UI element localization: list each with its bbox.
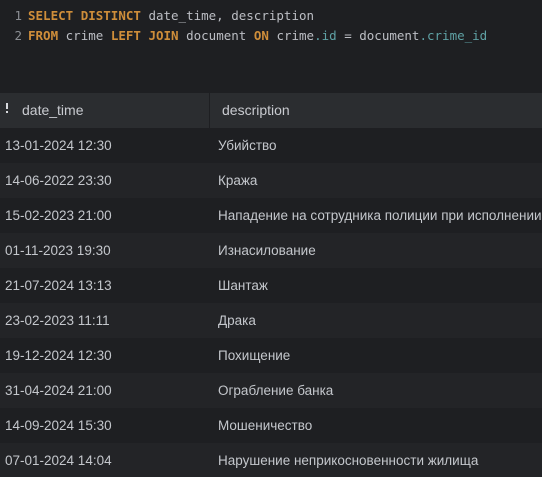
column-header-label: description	[222, 102, 290, 118]
identifier-description: description	[231, 8, 315, 23]
cell-date-time[interactable]: 21-07-2024 13:13	[5, 268, 205, 303]
table-row[interactable]: 15-02-2023 21:00 Нападение на сотрудника…	[0, 198, 542, 233]
keyword-distinct: DISTINCT	[80, 8, 141, 23]
cell-description[interactable]: Ограбление банка	[218, 373, 542, 408]
cell-description[interactable]: Кража	[218, 163, 542, 198]
line-number: 1	[14, 8, 22, 23]
identifier-crime: crime	[65, 28, 104, 43]
column-header-description[interactable]: description	[210, 93, 542, 128]
table-row[interactable]: 14-06-2022 23:30 Кража	[0, 163, 542, 198]
keyword-on: ON	[253, 28, 269, 43]
table-row[interactable]: 13-01-2024 12:30 Убийство	[0, 128, 542, 163]
cell-description[interactable]: Мошеничество	[218, 408, 542, 443]
column-header-date-time[interactable]: date_time	[0, 93, 209, 128]
field-id: .id	[314, 28, 337, 43]
cell-description[interactable]: Шантаж	[218, 268, 542, 303]
identifier-document-table: document	[359, 28, 420, 43]
table-row[interactable]: 31-04-2024 21:00 Ограбление банка	[0, 373, 542, 408]
results-grid: date_time description 13-01-2024 12:30 У…	[0, 93, 542, 477]
column-header-label: date_time	[22, 102, 84, 118]
cell-description[interactable]: Нападение на сотрудника полиции при испо…	[218, 198, 542, 233]
identifier-document: document	[186, 28, 247, 43]
grid-header: date_time description	[0, 93, 542, 128]
cell-date-time[interactable]: 14-09-2024 15:30	[5, 408, 205, 443]
line-number: 2	[14, 28, 22, 43]
cell-date-time[interactable]: 14-06-2022 23:30	[5, 163, 205, 198]
cell-date-time[interactable]: 13-01-2024 12:30	[5, 128, 205, 163]
table-row[interactable]: 21-07-2024 13:13 Шантаж	[0, 268, 542, 303]
cell-description[interactable]: Нарушение неприкосновенности жилища	[218, 443, 542, 477]
cell-date-time[interactable]: 31-04-2024 21:00	[5, 373, 205, 408]
cell-description[interactable]: Драка	[218, 303, 542, 338]
cell-date-time[interactable]: 15-02-2023 21:00	[5, 198, 205, 233]
code-line-2[interactable]: 2 FROM crime LEFT JOIN document ON crime.…	[0, 26, 487, 46]
keyword-select: SELECT	[28, 8, 74, 23]
cell-date-time[interactable]: 07-01-2024 14:04	[5, 443, 205, 477]
sort-indicator-icon[interactable]	[5, 103, 9, 117]
keyword-join: JOIN	[148, 28, 179, 43]
cell-date-time[interactable]: 19-12-2024 12:30	[5, 338, 205, 373]
grid-rows: 13-01-2024 12:30 Убийство 14-06-2022 23:…	[0, 128, 542, 477]
operator-equals: =	[344, 28, 352, 43]
cell-date-time[interactable]: 23-02-2023 11:11	[5, 303, 205, 338]
table-row[interactable]: 14-09-2024 15:30 Мошеничество	[0, 408, 542, 443]
cell-description[interactable]: Изнасилование	[218, 233, 542, 268]
cell-date-time[interactable]: 01-11-2023 19:30	[5, 233, 205, 268]
query-console: 1 SELECT DISTINCT date_time, description …	[0, 0, 542, 477]
table-row[interactable]: 01-11-2023 19:30 Изнасилование	[0, 233, 542, 268]
table-row[interactable]: 23-02-2023 11:11 Драка	[0, 303, 542, 338]
code-line-1[interactable]: 1 SELECT DISTINCT date_time, description	[0, 6, 314, 26]
sql-editor[interactable]: 1 SELECT DISTINCT date_time, description …	[0, 0, 542, 88]
keyword-left: LEFT	[110, 28, 141, 43]
field-crime-id: .crime_id	[419, 28, 488, 43]
table-row[interactable]: 19-12-2024 12:30 Похищение	[0, 338, 542, 373]
keyword-from: FROM	[28, 28, 59, 43]
cell-description[interactable]: Убийство	[218, 128, 542, 163]
identifier-crime-table: crime	[276, 28, 315, 43]
identifier-date-time: date_time,	[148, 8, 224, 23]
table-row[interactable]: 07-01-2024 14:04 Нарушение неприкосновен…	[0, 443, 542, 477]
cell-description[interactable]: Похищение	[218, 338, 542, 373]
